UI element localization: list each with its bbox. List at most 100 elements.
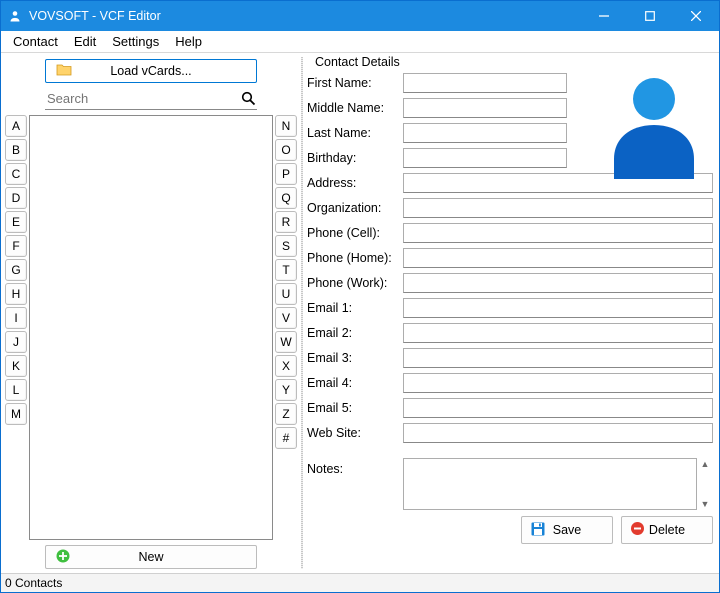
- app-icon: [7, 8, 23, 24]
- plus-icon: [56, 549, 70, 566]
- titlebar: VOVSOFT - VCF Editor: [1, 1, 719, 31]
- input-last-name[interactable]: [403, 123, 567, 143]
- menu-contact[interactable]: Contact: [5, 32, 66, 51]
- label-phone-home: Phone (Home):: [307, 251, 397, 265]
- input-email4[interactable]: [403, 373, 713, 393]
- notes-scroll-indicator: ▲▼: [697, 458, 713, 510]
- alpha-Q[interactable]: Q: [275, 187, 297, 209]
- action-buttons: Save Delete: [307, 516, 713, 544]
- save-icon: [530, 521, 546, 540]
- app-window: VOVSOFT - VCF Editor Contact Edit Settin…: [0, 0, 720, 593]
- alpha-I[interactable]: I: [5, 307, 27, 329]
- search-icon[interactable]: [239, 91, 257, 106]
- input-organization[interactable]: [403, 198, 713, 218]
- label-first-name: First Name:: [307, 76, 397, 90]
- label-email1: Email 1:: [307, 301, 397, 315]
- alpha-S[interactable]: S: [275, 235, 297, 257]
- label-organization: Organization:: [307, 201, 397, 215]
- alpha-T[interactable]: T: [275, 259, 297, 281]
- delete-button[interactable]: Delete: [621, 516, 713, 544]
- alpha-J[interactable]: J: [5, 331, 27, 353]
- input-first-name[interactable]: [403, 73, 567, 93]
- save-label: Save: [553, 523, 582, 537]
- label-email5: Email 5:: [307, 401, 397, 415]
- input-notes[interactable]: [403, 458, 697, 510]
- label-birthday: Birthday:: [307, 151, 397, 165]
- alpha-Y[interactable]: Y: [275, 379, 297, 401]
- alpha-R[interactable]: R: [275, 211, 297, 233]
- input-email5[interactable]: [403, 398, 713, 418]
- label-email2: Email 2:: [307, 326, 397, 340]
- label-phone-cell: Phone (Cell):: [307, 226, 397, 240]
- input-website[interactable]: [403, 423, 713, 443]
- input-email1[interactable]: [403, 298, 713, 318]
- contacts-list[interactable]: [29, 115, 273, 540]
- input-birthday[interactable]: [403, 148, 567, 168]
- delete-label: Delete: [649, 523, 685, 537]
- contact-avatar: [599, 69, 709, 179]
- folder-icon: [56, 63, 72, 79]
- new-contact-label: New: [138, 550, 163, 564]
- alpha-O[interactable]: O: [275, 139, 297, 161]
- label-address: Address:: [307, 176, 397, 190]
- menu-settings[interactable]: Settings: [104, 32, 167, 51]
- load-vcards-button[interactable]: Load vCards...: [45, 59, 257, 83]
- alpha-F[interactable]: F: [5, 235, 27, 257]
- save-button[interactable]: Save: [521, 516, 613, 544]
- alpha-K[interactable]: K: [5, 355, 27, 377]
- alpha-V[interactable]: V: [275, 307, 297, 329]
- chevron-up-icon: ▲: [701, 459, 710, 469]
- input-phone-home[interactable]: [403, 248, 713, 268]
- input-middle-name[interactable]: [403, 98, 567, 118]
- contact-details-group: Contact Details First Name: Middle Name:…: [307, 55, 713, 569]
- label-middle-name: Middle Name:: [307, 101, 397, 115]
- input-phone-cell[interactable]: [403, 223, 713, 243]
- alpha-Z[interactable]: Z: [275, 403, 297, 425]
- alpha-index-left: ABCDEFGHIJKLM: [5, 115, 27, 540]
- label-website: Web Site:: [307, 426, 397, 440]
- menu-edit[interactable]: Edit: [66, 32, 104, 51]
- alpha-X[interactable]: X: [275, 355, 297, 377]
- search-field: [45, 88, 257, 110]
- label-email3: Email 3:: [307, 351, 397, 365]
- alpha-C[interactable]: C: [5, 163, 27, 185]
- minimize-button[interactable]: [581, 1, 627, 31]
- details-legend: Contact Details: [313, 55, 402, 69]
- delete-icon: [630, 521, 645, 539]
- alpha-H[interactable]: H: [5, 283, 27, 305]
- alpha-N[interactable]: N: [275, 115, 297, 137]
- label-notes: Notes:: [307, 458, 397, 476]
- alpha-A[interactable]: A: [5, 115, 27, 137]
- alpha-G[interactable]: G: [5, 259, 27, 281]
- main-content: Load vCards... ABCDEFGHIJKLM NOPQRSTUVWX…: [1, 53, 719, 573]
- new-contact-button[interactable]: New: [45, 545, 257, 569]
- alpha-U[interactable]: U: [275, 283, 297, 305]
- left-pane: Load vCards... ABCDEFGHIJKLM NOPQRSTUVWX…: [1, 53, 301, 573]
- alpha-#[interactable]: #: [275, 427, 297, 449]
- alpha-B[interactable]: B: [5, 139, 27, 161]
- alpha-D[interactable]: D: [5, 187, 27, 209]
- menu-help[interactable]: Help: [167, 32, 210, 51]
- maximize-button[interactable]: [627, 1, 673, 31]
- input-email2[interactable]: [403, 323, 713, 343]
- input-email3[interactable]: [403, 348, 713, 368]
- status-text: 0 Contacts: [5, 576, 62, 590]
- load-vcards-label: Load vCards...: [110, 64, 191, 78]
- alpha-index-right: NOPQRSTUVWXYZ#: [275, 115, 297, 540]
- alpha-E[interactable]: E: [5, 211, 27, 233]
- label-email4: Email 4:: [307, 376, 397, 390]
- window-title: VOVSOFT - VCF Editor: [29, 9, 581, 23]
- right-pane: Contact Details First Name: Middle Name:…: [303, 53, 719, 573]
- alpha-W[interactable]: W: [275, 331, 297, 353]
- input-phone-work[interactable]: [403, 273, 713, 293]
- alpha-P[interactable]: P: [275, 163, 297, 185]
- statusbar: 0 Contacts: [1, 573, 719, 592]
- close-button[interactable]: [673, 1, 719, 31]
- chevron-down-icon: ▼: [701, 499, 710, 509]
- label-last-name: Last Name:: [307, 126, 397, 140]
- search-input[interactable]: [45, 89, 239, 108]
- menubar: Contact Edit Settings Help: [1, 31, 719, 53]
- alpha-L[interactable]: L: [5, 379, 27, 401]
- list-area: ABCDEFGHIJKLM NOPQRSTUVWXYZ#: [5, 115, 297, 540]
- alpha-M[interactable]: M: [5, 403, 27, 425]
